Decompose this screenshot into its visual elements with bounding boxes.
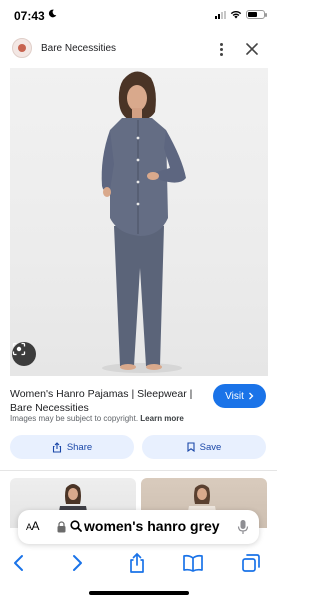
chevron-right-icon <box>248 392 254 400</box>
lock-icon <box>57 521 66 533</box>
wifi-icon <box>230 10 242 19</box>
browser-toolbar <box>0 548 277 580</box>
copyright-notice: Images may be subject to copyright. Lear… <box>10 414 184 423</box>
back-icon[interactable] <box>8 552 30 574</box>
status-bar: 07:43 <box>0 0 277 30</box>
bookmarks-icon[interactable] <box>182 552 204 574</box>
save-label: Save <box>199 441 222 453</box>
share-button[interactable]: Share <box>10 435 134 459</box>
home-indicator[interactable] <box>89 591 189 595</box>
model-in-pajamas-illustration <box>101 71 186 373</box>
learn-more-link[interactable]: Learn more <box>140 414 184 423</box>
save-button[interactable]: Save <box>142 435 266 459</box>
visit-button-label: Visit <box>225 390 244 402</box>
microphone-icon[interactable] <box>237 519 249 535</box>
share-label: Share <box>66 441 93 453</box>
address-text[interactable]: women's hanro grey <box>84 518 220 534</box>
battery-level-fill <box>248 12 257 17</box>
site-name[interactable]: Bare Necessities <box>41 43 116 54</box>
more-vertical-icon[interactable] <box>215 40 227 58</box>
page-settings-button[interactable]: AA <box>26 519 40 533</box>
visual-search-icon <box>12 342 26 356</box>
address-bar[interactable]: AA women's hanro grey <box>18 510 259 544</box>
result-header: Bare Necessities <box>0 32 277 66</box>
lens-search-button[interactable] <box>12 342 36 366</box>
battery-icon <box>246 10 267 19</box>
site-logo[interactable] <box>12 38 32 58</box>
cellular-signal-icon <box>215 10 226 19</box>
share-sheet-icon[interactable] <box>126 552 148 574</box>
bookmark-icon <box>187 442 195 452</box>
copyright-text: Images may be subject to copyright. <box>10 414 139 423</box>
product-image[interactable] <box>10 68 268 376</box>
close-icon[interactable] <box>245 42 259 56</box>
divider <box>0 470 277 471</box>
share-icon <box>52 441 61 453</box>
result-title[interactable]: Women's Hanro Pajamas | Sleepwear | Bare… <box>10 387 206 415</box>
status-time: 07:43 <box>14 9 45 23</box>
moon-icon <box>48 9 57 18</box>
visit-button[interactable]: Visit <box>213 384 266 408</box>
search-icon <box>70 520 82 532</box>
forward-icon[interactable] <box>66 552 88 574</box>
tabs-icon[interactable] <box>240 552 262 574</box>
